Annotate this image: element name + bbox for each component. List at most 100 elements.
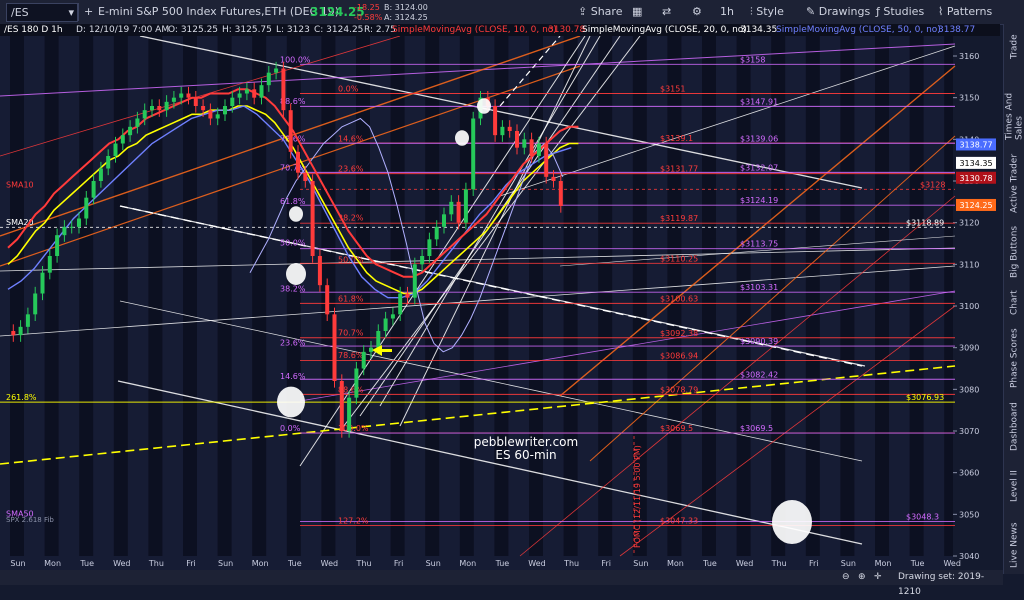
spx-label: SPX 2.618 Fib — [6, 516, 54, 524]
drawings-button[interactable]: ✎ Drawings — [806, 0, 870, 24]
candle-body — [237, 93, 242, 98]
sidebar-tab-active-trader[interactable]: Active Trader — [1007, 150, 1022, 216]
symbol-input[interactable]: /ES ▾ — [6, 3, 78, 22]
fib-label: 0.0% — [280, 424, 301, 433]
fib-label: 38.2% — [280, 285, 306, 294]
right-sidebar: Trade Times And Sales Active Trader Big But… — [1003, 24, 1024, 574]
price-level-label: $3047.33 — [660, 516, 698, 525]
candle-body — [230, 97, 235, 106]
x-tick-label: Thu — [148, 559, 164, 568]
candle-body — [442, 214, 446, 227]
fib-label: 78.6% — [338, 351, 364, 360]
price-chart[interactable]: 3040 3050 3060 3070 3080 3090 3100 3110 3120 3130… — [0, 36, 1003, 570]
sidebar-tab-times-and-sales[interactable]: Times And Sales — [1005, 74, 1024, 140]
x-tick-label: Fri — [601, 559, 611, 568]
y-tick-label: 3060 — [959, 469, 979, 478]
patterns-icon: ⌇ — [938, 5, 944, 18]
patterns-button[interactable]: ⌇ Patterns — [938, 0, 992, 24]
chart-label: /ES 180 D 1h — [4, 25, 63, 35]
studies-button[interactable]: ƒ Studies — [876, 0, 924, 24]
settings-button[interactable]: ⚙ — [692, 0, 702, 24]
candle-body — [208, 110, 213, 119]
candle-body — [376, 331, 381, 348]
zoom-in-icon[interactable]: ⊕ — [858, 570, 866, 585]
share-icon: ⇪ — [578, 5, 588, 18]
symbol-value: /ES — [11, 6, 29, 19]
toolbar: /ES ▾ + E-mini S&P 500 Index Futures,ETH … — [0, 0, 1024, 25]
style-button[interactable]: ⫶ Style — [750, 0, 784, 24]
sidebar-tab-trade[interactable]: Trade — [1007, 30, 1022, 64]
candle-body — [412, 264, 417, 298]
candle-body — [171, 97, 176, 102]
zoom-out-icon[interactable]: ⊖ — [842, 570, 850, 585]
bar-close: C: 3124.25 — [314, 25, 364, 35]
candle-body — [471, 118, 476, 190]
candle-body — [398, 293, 403, 315]
compare-button[interactable]: ⇄ — [662, 0, 671, 24]
fib-label: 127.2% — [338, 517, 369, 526]
fib-label: 23.6% — [280, 339, 306, 348]
candle-body — [193, 97, 198, 106]
x-tick-label: Tue — [287, 559, 302, 568]
drawing-set-label[interactable]: Drawing set: 2019-1210 — [898, 570, 1003, 600]
axis-price-tag-label: 3134.35 — [959, 159, 992, 168]
gear-icon: ⚙ — [692, 5, 702, 18]
price-level-label: $3151 — [660, 85, 685, 94]
crosshair-icon[interactable]: ✛ — [874, 570, 882, 585]
patterns-label: Patterns — [946, 5, 993, 18]
candle-body — [515, 131, 519, 148]
price-level-label: $3048.3 — [906, 512, 939, 521]
candle-body — [281, 68, 286, 111]
sidebar-tab-big-buttons[interactable]: Big Buttons — [1007, 224, 1022, 280]
price-level-label: $3118.89 — [906, 218, 944, 227]
studies-icon: ƒ — [876, 5, 880, 18]
x-tick-label: Tue — [495, 559, 510, 568]
sma50-value: 3138.77 — [938, 25, 976, 35]
price-level-label: $3139.1 — [660, 134, 693, 143]
highlight-circle — [772, 500, 812, 544]
candle-body — [347, 397, 352, 431]
interval-button[interactable]: 1h — [720, 0, 734, 24]
sma10-value: 3130.78 — [548, 25, 586, 35]
x-tick-label: Thu — [355, 559, 371, 568]
candle-body — [11, 331, 16, 336]
candle-body — [449, 201, 454, 215]
sidebar-tab-dashboard[interactable]: Dashboard — [1007, 398, 1022, 456]
x-tick-label: Wed — [528, 559, 545, 568]
candle-body — [369, 347, 373, 352]
candle-body — [252, 89, 257, 98]
sidebar-tab-phase-scores[interactable]: Phase Scores — [1007, 326, 1022, 390]
sidebar-tab-chart[interactable]: Chart — [1007, 288, 1022, 318]
candle-body — [288, 110, 293, 152]
study-label: 261.8% — [6, 393, 37, 402]
chevron-down-icon[interactable]: ▾ — [68, 4, 74, 21]
candle-body — [405, 293, 410, 298]
bar-date: D: 12/10/19 7:00 AM — [76, 25, 170, 35]
highlight-circle — [455, 130, 469, 146]
axis-price-tag-label: 3138.77 — [959, 140, 992, 149]
candle-body — [62, 226, 67, 236]
layout-icon: ▦ — [632, 5, 643, 18]
candle-body — [522, 139, 527, 148]
candle-body — [558, 181, 563, 206]
layout-button[interactable]: ▦ — [632, 0, 642, 24]
candle-body — [434, 226, 439, 240]
price-level-label: $3124.19 — [740, 196, 778, 205]
add-icon[interactable]: + — [84, 0, 93, 24]
x-tick-label: Wed — [736, 559, 753, 568]
share-button[interactable]: ⇪ Share — [578, 0, 622, 24]
candle-body — [507, 126, 512, 131]
axis-price-tag-label: 3124.25 — [959, 201, 992, 210]
sidebar-tab-level-ii[interactable]: Level II — [1007, 464, 1022, 508]
sma10-legend: SimpleMovingAvg (CLOSE, 10, 0, no) — [392, 25, 557, 35]
x-tick-label: Tue — [910, 559, 925, 568]
candle-body — [361, 351, 366, 369]
candle-body — [201, 106, 206, 111]
price-level-label: $3113.75 — [740, 240, 778, 249]
pencil-icon: ✎ — [806, 5, 816, 18]
candle-body — [259, 85, 264, 98]
candle-body — [420, 256, 425, 265]
session-band — [909, 36, 924, 556]
sidebar-tab-live-news[interactable]: Live News — [1007, 522, 1022, 568]
x-tick-label: Wed — [943, 559, 960, 568]
